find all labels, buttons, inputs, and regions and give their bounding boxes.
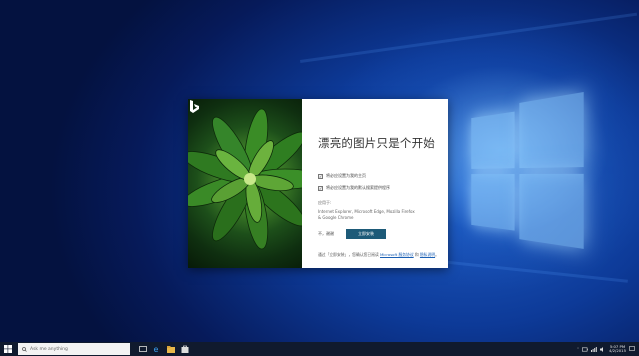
set-homepage-checkbox[interactable]: ✓	[318, 173, 323, 179]
services-agreement-link[interactable]: Microsoft 服务协议	[380, 252, 414, 257]
bing-install-dialog: 漂亮的图片只是个开始 ✓ 将必应设置为我的主页 ✓ 将必应设置为我的默认搜索提供…	[188, 99, 448, 268]
footer-end: 。	[435, 252, 439, 257]
taskbar: Ask me anything e ˄ 5:07 PM 4/2/2015	[0, 342, 639, 356]
supported-browsers-text: Internet Explorer, Microsoft Edge, Mozil…	[318, 209, 415, 220]
applies-to-label: 应用于:	[318, 200, 332, 205]
battery-icon[interactable]	[581, 347, 588, 352]
volume-icon[interactable]	[599, 346, 606, 352]
dialog-footer: 通过「立即安装」，您确认您已阅读 Microsoft 服务协议 和 隐私说明。	[318, 252, 442, 257]
no-thanks-button[interactable]: 不，谢谢	[318, 231, 334, 237]
set-search-provider-option[interactable]: ✓ 将必应设置为我的默认搜索提供程序	[318, 185, 390, 191]
system-tray: ˄ 5:07 PM 4/2/2015	[577, 342, 635, 356]
tray-chevron-icon[interactable]: ˄	[577, 347, 579, 352]
edge-icon[interactable]: e	[150, 342, 164, 356]
set-homepage-label: 将必应设置为我的主页	[326, 173, 366, 178]
dialog-button-row: 不，谢谢 立即安装	[318, 229, 386, 239]
svg-text:e: e	[154, 345, 159, 353]
footer-and: 和	[414, 252, 419, 257]
store-icon[interactable]	[178, 342, 192, 356]
windows-start-icon[interactable]	[0, 342, 16, 356]
install-now-button[interactable]: 立即安装	[346, 229, 386, 239]
taskbar-clock[interactable]: 5:07 PM 4/2/2015	[608, 344, 626, 354]
dialog-headline: 漂亮的图片只是个开始	[318, 136, 435, 150]
footer-text: 通过「立即安装」，您确认您已阅读	[318, 252, 379, 257]
succulent-leaves	[188, 108, 302, 250]
set-homepage-option[interactable]: ✓ 将必应设置为我的主页	[318, 173, 366, 179]
light-beam	[300, 12, 638, 63]
search-placeholder: Ask me anything	[30, 346, 68, 352]
action-center-icon[interactable]	[629, 346, 635, 352]
privacy-statement-link[interactable]: 隐私说明	[420, 252, 435, 257]
set-search-provider-label: 将必应设置为我的默认搜索提供程序	[326, 185, 390, 190]
bing-b-logo-icon	[190, 100, 199, 113]
task-view-icon[interactable]	[136, 342, 150, 356]
taskbar-search-box[interactable]: Ask me anything	[18, 343, 130, 355]
succulent-photo	[188, 99, 302, 268]
clock-date: 4/2/2015	[608, 348, 626, 353]
dialog-content-panel: 漂亮的图片只是个开始 ✓ 将必应设置为我的主页 ✓ 将必应设置为我的默认搜索提供…	[302, 99, 448, 268]
windows-logo-glow	[471, 87, 596, 262]
set-search-provider-checkbox[interactable]: ✓	[318, 185, 323, 191]
search-icon	[22, 346, 27, 352]
network-icon[interactable]	[590, 346, 597, 352]
file-explorer-icon[interactable]	[164, 342, 178, 356]
